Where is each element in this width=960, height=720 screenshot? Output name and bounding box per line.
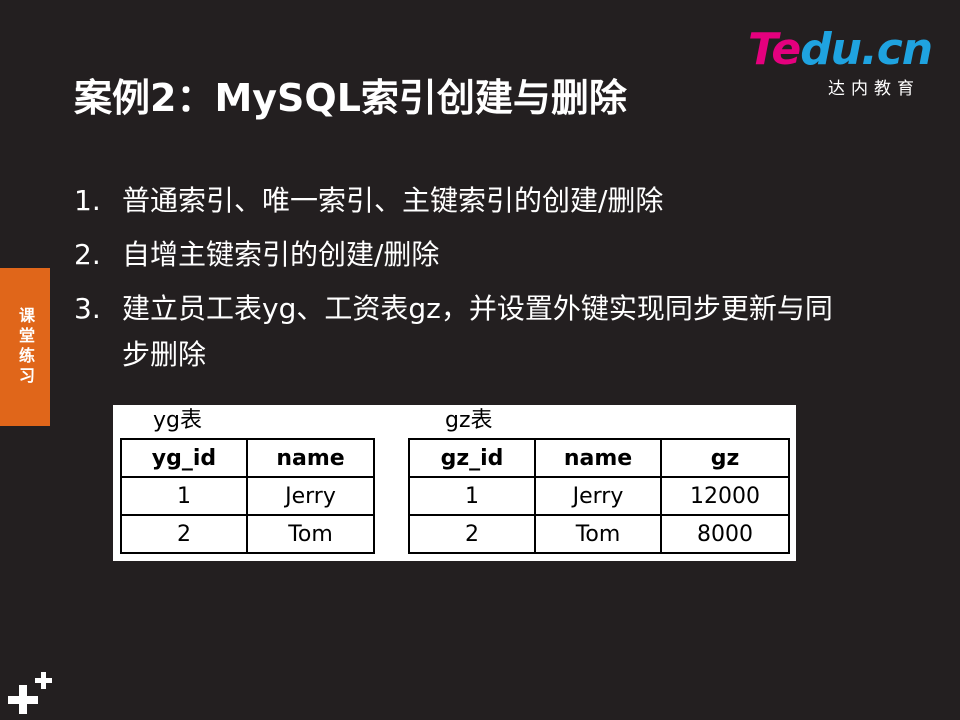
table-cell: Jerry — [246, 476, 375, 516]
list-item-text: 建立员工表yg、工资表gz，并设置外键实现同步更新与同步删除 — [122, 292, 833, 371]
table-header-cell: name — [246, 438, 375, 478]
table-cell: Jerry — [534, 476, 662, 516]
table-row: 2 Tom 8000 — [408, 514, 790, 554]
tables-figure: yg表 yg_id name 1 Jerry 2 Tom gz表 gz_id n… — [113, 405, 796, 561]
table-header-cell: gz_id — [408, 438, 536, 478]
list-item-text: 自增主键索引的创建/删除 — [122, 238, 440, 271]
tedu-logo: Tedu.cn 达内教育 — [748, 26, 938, 106]
table-row: 1 Jerry 12000 — [408, 476, 790, 516]
table-header-cell: name — [534, 438, 662, 478]
table-cell: Tom — [246, 514, 375, 554]
table-cell: 1 — [408, 476, 536, 516]
slide-title: 案例2：MySQL索引创建与删除 — [74, 76, 627, 120]
plus-logo-icon — [8, 670, 52, 714]
logo-wordmark-part1: Te — [748, 24, 801, 75]
list-item-number: 1. — [74, 184, 101, 217]
gz-table-caption: gz表 — [445, 408, 493, 433]
table-header-cell: gz — [660, 438, 790, 478]
table-cell: 12000 — [660, 476, 790, 516]
yg-table-caption: yg表 — [153, 408, 202, 433]
table-header-cell: yg_id — [120, 438, 248, 478]
list-item: 2. 自增主键索引的创建/删除 — [74, 232, 854, 278]
list-item-number: 3. — [74, 292, 101, 325]
table-row: 1 Jerry — [120, 476, 375, 516]
side-tab: 课堂练习 — [0, 268, 50, 426]
table-cell: 1 — [120, 476, 248, 516]
list-item: 3. 建立员工表yg、工资表gz，并设置外键实现同步更新与同步删除 — [74, 286, 854, 378]
table-cell: 2 — [120, 514, 248, 554]
list-item-number: 2. — [74, 238, 101, 271]
table-header-row: gz_id name gz — [408, 438, 790, 478]
yg-table: yg_id name 1 Jerry 2 Tom — [120, 438, 375, 554]
logo-subtitle: 达内教育 — [828, 79, 920, 99]
table-cell: 2 — [408, 514, 536, 554]
gz-table: gz_id name gz 1 Jerry 12000 2 Tom 8000 — [408, 438, 790, 554]
side-tab-label: 课堂练习 — [16, 307, 35, 387]
table-row: 2 Tom — [120, 514, 375, 554]
table-cell: Tom — [534, 514, 662, 554]
logo-wordmark: Tedu.cn — [748, 24, 933, 75]
table-cell: 8000 — [660, 514, 790, 554]
exercise-list: 1. 普通索引、唯一索引、主键索引的创建/删除 2. 自增主键索引的创建/删除 … — [74, 178, 854, 386]
list-item-text: 普通索引、唯一索引、主键索引的创建/删除 — [122, 184, 664, 217]
logo-wordmark-part2: du.cn — [800, 24, 933, 75]
list-item: 1. 普通索引、唯一索引、主键索引的创建/删除 — [74, 178, 854, 224]
table-header-row: yg_id name — [120, 438, 375, 478]
